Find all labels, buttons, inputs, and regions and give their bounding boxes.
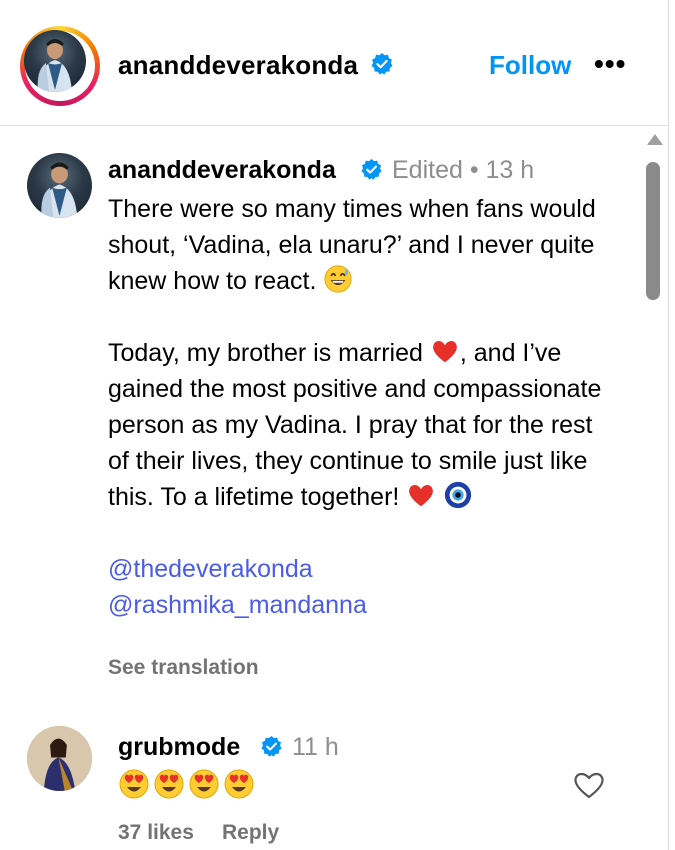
- caption-text: There were so many times when fans would…: [108, 191, 618, 623]
- verified-badge-icon: [261, 735, 282, 757]
- avatar[interactable]: [24, 30, 86, 92]
- scrollbar-thumb[interactable]: [646, 162, 660, 300]
- heart-eyes-emoji-icon: [154, 769, 184, 799]
- caption-paragraph-2: Today, my brother is married , and I’ve …: [108, 335, 618, 515]
- story-ring[interactable]: [20, 26, 100, 106]
- comment-avatar[interactable]: [27, 726, 92, 791]
- comment-time: 11 h: [292, 733, 339, 761]
- caption-username[interactable]: ananddeverakonda: [108, 156, 336, 185]
- verified-badge-icon: [371, 53, 393, 75]
- profile-photo-icon: [37, 39, 72, 92]
- red-heart-emoji-icon: [409, 485, 434, 507]
- heart-eyes-emoji-icon: [119, 769, 149, 799]
- scrollbar[interactable]: [644, 130, 666, 850]
- header-username[interactable]: ananddeverakonda: [118, 50, 358, 81]
- post-header: ananddeverakonda Follow •••: [0, 0, 668, 126]
- follow-button[interactable]: Follow: [489, 50, 571, 81]
- comment-text: [118, 768, 258, 802]
- mention-link[interactable]: @thedeverakonda: [108, 555, 313, 583]
- comment-username[interactable]: grubmode: [118, 733, 240, 762]
- scroll-up-arrow-icon[interactable]: [647, 134, 663, 145]
- red-heart-emoji-icon: [432, 341, 457, 363]
- more-options-icon[interactable]: •••: [594, 48, 626, 80]
- mention-link[interactable]: @rashmika_mandanna: [108, 591, 367, 619]
- post-comments-panel: ananddeverakonda Follow ••• ananddeverak…: [0, 0, 669, 850]
- comment-likes[interactable]: 37 likes: [118, 821, 194, 845]
- verified-badge-icon: [361, 158, 382, 180]
- heart-eyes-emoji-icon: [224, 769, 254, 799]
- comments-list[interactable]: ananddeverakonda Edited • 13 h There wer…: [0, 126, 668, 850]
- like-heart-icon[interactable]: [572, 770, 606, 800]
- profile-photo-icon: [41, 162, 78, 218]
- profile-photo-icon: [27, 726, 92, 791]
- caption-edited-time: Edited • 13 h: [392, 156, 535, 184]
- reply-button[interactable]: Reply: [222, 821, 279, 845]
- grinning-sweat-emoji-icon: [324, 265, 352, 293]
- nazar-amulet-emoji-icon: [445, 481, 472, 509]
- see-translation-link[interactable]: See translation: [108, 656, 259, 680]
- caption-avatar[interactable]: [27, 153, 92, 218]
- caption-paragraph-1: There were so many times when fans would…: [108, 195, 596, 295]
- heart-eyes-emoji-icon: [189, 769, 219, 799]
